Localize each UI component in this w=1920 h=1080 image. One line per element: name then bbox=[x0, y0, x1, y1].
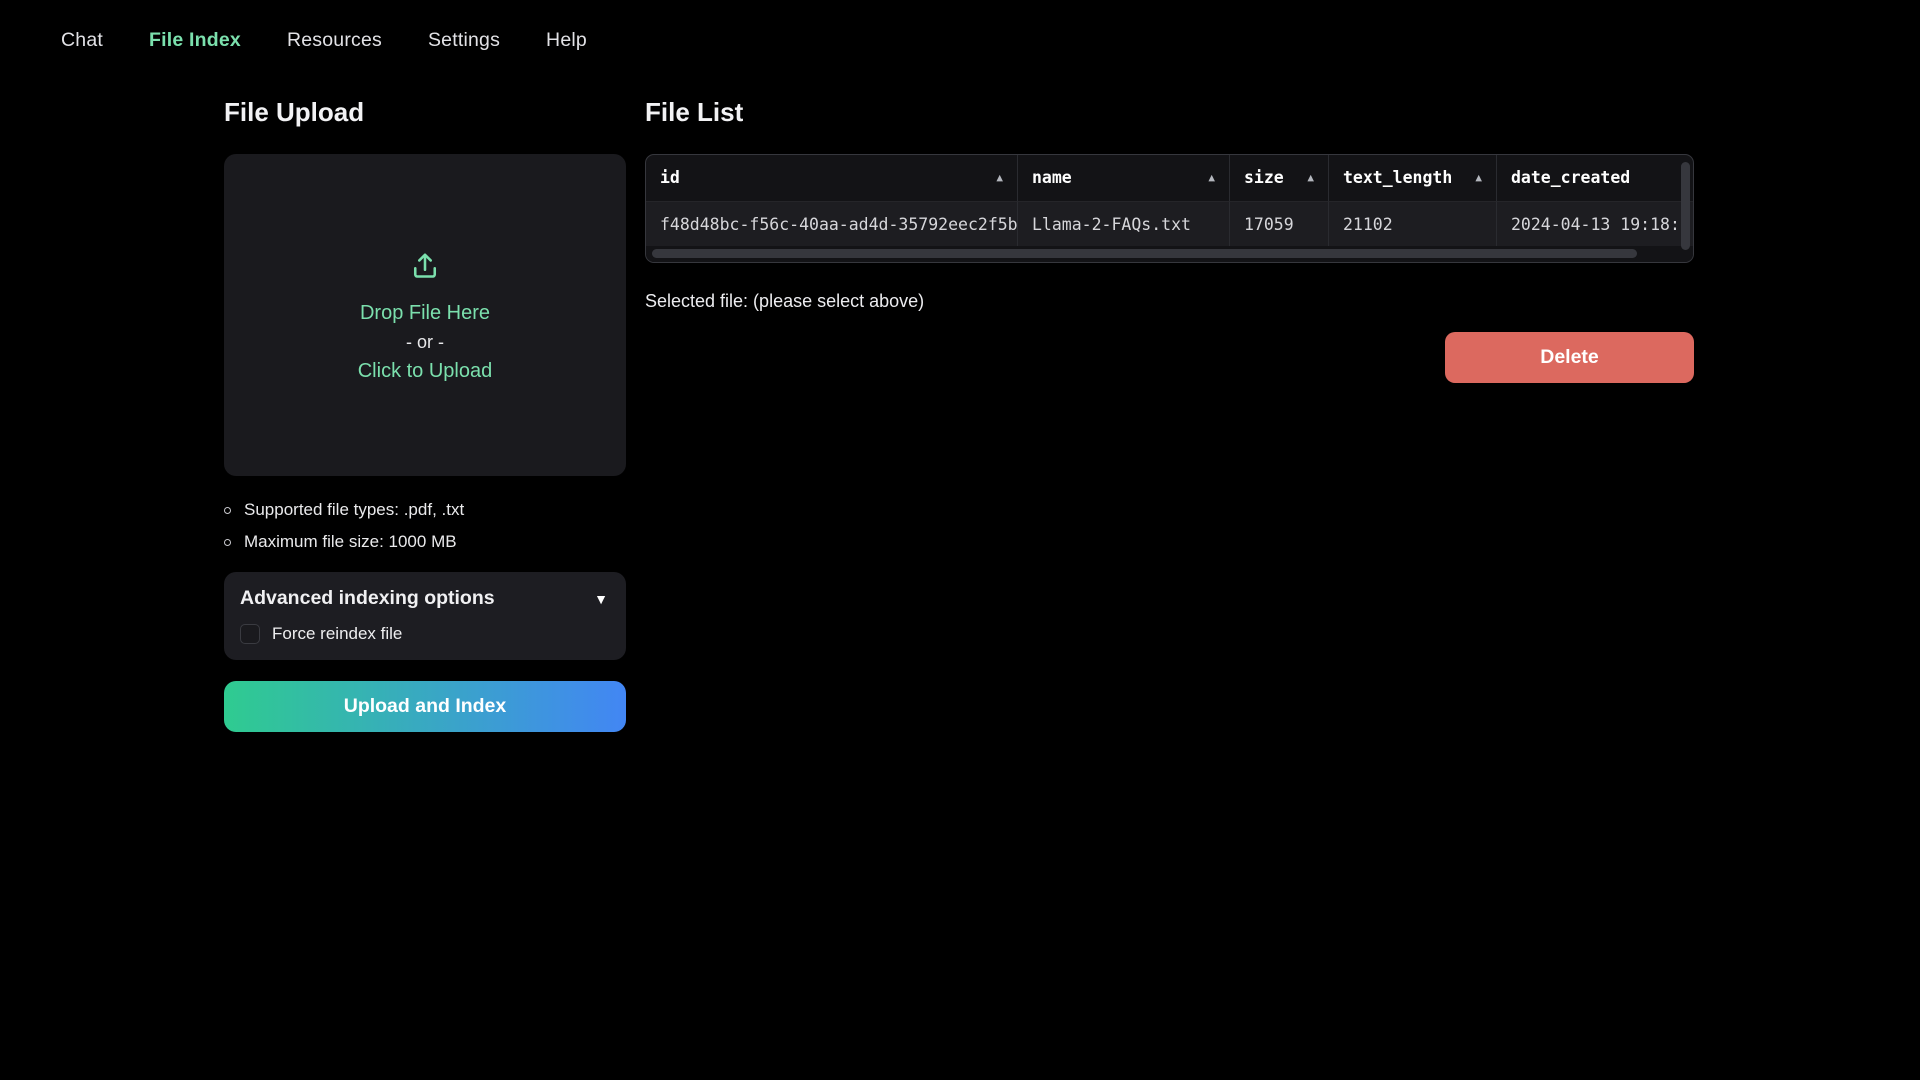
upload-and-index-button[interactable]: Upload and Index bbox=[224, 681, 626, 732]
table-row[interactable]: f48d48bc-f56c-40aa-ad4d-35792eec2f5b Lla… bbox=[646, 201, 1693, 246]
or-label: - or - bbox=[406, 332, 444, 353]
circle-bullet-icon bbox=[224, 539, 231, 546]
note-max-size: Maximum file size: 1000 MB bbox=[224, 532, 626, 552]
vertical-scrollbar-thumb[interactable] bbox=[1681, 162, 1690, 250]
force-reindex-label: Force reindex file bbox=[272, 624, 402, 644]
delete-button[interactable]: Delete bbox=[1445, 332, 1694, 383]
horizontal-scrollbar-thumb[interactable] bbox=[652, 249, 1637, 258]
sort-ascending-icon[interactable]: ▲ bbox=[996, 155, 1003, 201]
column-header-name[interactable]: name ▲ bbox=[1018, 155, 1230, 201]
triangle-down-icon: ▼ bbox=[594, 591, 608, 607]
advanced-options-header[interactable]: Advanced indexing options ▼ bbox=[240, 587, 608, 610]
column-header-text-length-label: text_length bbox=[1343, 155, 1452, 201]
cell-text-length[interactable]: 21102 bbox=[1329, 201, 1497, 246]
column-header-date-created-label: date_created bbox=[1511, 155, 1630, 201]
top-nav: Chat File Index Resources Settings Help bbox=[0, 0, 1920, 80]
cell-name[interactable]: Llama-2-FAQs.txt bbox=[1018, 201, 1230, 246]
advanced-options-accordion: Advanced indexing options ▼ Force reinde… bbox=[224, 572, 626, 660]
column-header-text-length[interactable]: text_length ▲ bbox=[1329, 155, 1497, 201]
file-upload-title: File Upload bbox=[224, 96, 626, 128]
column-header-date-created[interactable]: date_created bbox=[1497, 155, 1693, 201]
file-drop-zone[interactable]: Drop File Here - or - Click to Upload bbox=[224, 154, 626, 476]
file-list-panel: File List id ▲ name ▲ size ▲ text_length… bbox=[645, 96, 1694, 383]
tab-settings[interactable]: Settings bbox=[428, 29, 500, 52]
tab-help[interactable]: Help bbox=[546, 29, 587, 52]
upload-icon bbox=[407, 248, 443, 289]
file-upload-panel: File Upload Drop File Here - or - Click … bbox=[224, 96, 626, 732]
column-header-id[interactable]: id ▲ bbox=[646, 155, 1018, 201]
force-reindex-checkbox[interactable] bbox=[240, 624, 260, 644]
force-reindex-row: Force reindex file bbox=[240, 624, 608, 644]
cell-size[interactable]: 17059 bbox=[1230, 201, 1329, 246]
selected-file-status: Selected file: (please select above) bbox=[645, 291, 1694, 312]
column-header-size[interactable]: size ▲ bbox=[1230, 155, 1329, 201]
circle-bullet-icon bbox=[224, 507, 231, 514]
tab-resources[interactable]: Resources bbox=[287, 29, 382, 52]
sort-ascending-icon[interactable]: ▲ bbox=[1475, 155, 1482, 201]
file-list-title: File List bbox=[645, 96, 1694, 128]
upload-notes: Supported file types: .pdf, .txt Maximum… bbox=[224, 500, 626, 552]
note-supported-types-text: Supported file types: .pdf, .txt bbox=[244, 500, 464, 520]
tab-chat[interactable]: Chat bbox=[61, 29, 103, 52]
tab-file-index[interactable]: File Index bbox=[149, 29, 241, 52]
advanced-options-title: Advanced indexing options bbox=[240, 587, 495, 610]
sort-ascending-icon[interactable]: ▲ bbox=[1307, 155, 1314, 201]
column-header-id-label: id bbox=[660, 155, 680, 201]
table-header-row: id ▲ name ▲ size ▲ text_length ▲ date_cr… bbox=[646, 155, 1693, 201]
column-header-size-label: size bbox=[1244, 155, 1284, 201]
file-table: id ▲ name ▲ size ▲ text_length ▲ date_cr… bbox=[645, 154, 1694, 263]
click-to-upload-link[interactable]: Click to Upload bbox=[358, 360, 493, 383]
sort-ascending-icon[interactable]: ▲ bbox=[1208, 155, 1215, 201]
horizontal-scrollbar-track bbox=[646, 246, 1693, 262]
cell-id[interactable]: f48d48bc-f56c-40aa-ad4d-35792eec2f5b bbox=[646, 201, 1018, 246]
note-max-size-text: Maximum file size: 1000 MB bbox=[244, 532, 457, 552]
note-supported-types: Supported file types: .pdf, .txt bbox=[224, 500, 626, 520]
column-header-name-label: name bbox=[1032, 155, 1072, 201]
drop-file-label: Drop File Here bbox=[360, 302, 490, 325]
cell-date-created[interactable]: 2024-04-13 19:18: bbox=[1497, 201, 1693, 246]
